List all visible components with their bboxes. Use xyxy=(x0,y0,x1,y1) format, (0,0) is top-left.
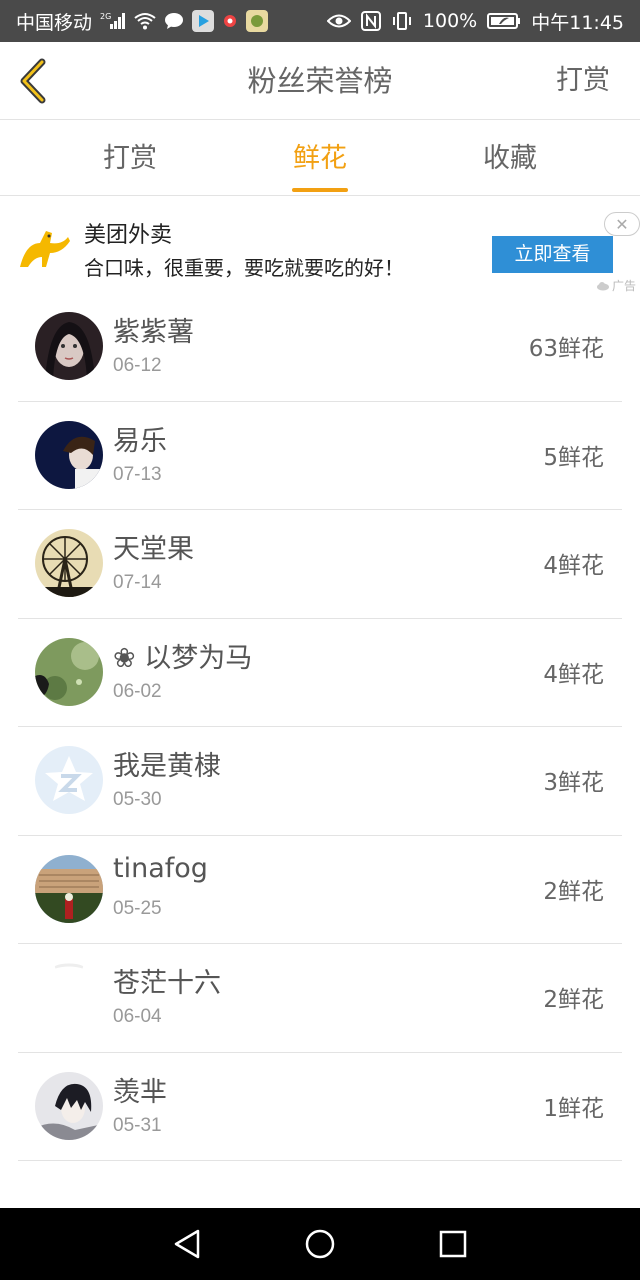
carrier-label: 中国移动 xyxy=(16,11,93,34)
tab-label: 收藏 xyxy=(483,143,537,174)
avatar xyxy=(35,529,103,597)
active-tab-indicator xyxy=(292,188,348,192)
status-right: 100% 中午11:45 xyxy=(326,8,624,35)
status-bar: 中国移动 2G 100% 中午11:45 xyxy=(0,0,640,42)
fan-name: ❀ 以梦为马 xyxy=(113,642,253,674)
list-item[interactable]: 苍茫十六 06-04 2鲜花 xyxy=(18,944,622,1053)
ad-banner[interactable]: 美团外卖 合口味，很重要，要吃就要吃的好！ 立即查看 广告 xyxy=(0,197,640,297)
list-item[interactable]: tinafog 05-25 2鲜花 xyxy=(18,836,622,944)
avatar xyxy=(35,1071,103,1140)
fan-name: 易乐 xyxy=(113,425,167,457)
flower-count: 4鲜花 xyxy=(543,553,604,579)
ad-view-button[interactable]: 立即查看 xyxy=(492,236,613,273)
status-left: 中国移动 2G xyxy=(16,8,327,35)
app-notification-icon xyxy=(222,13,238,29)
square-recents-icon xyxy=(440,1230,467,1258)
flower-count: 1鲜花 xyxy=(543,1095,604,1122)
video-app-icon xyxy=(192,10,215,32)
fan-name: tinafog xyxy=(113,852,208,884)
avatar xyxy=(35,746,103,814)
title-bar: 粉丝荣誉榜 打赏 xyxy=(0,42,640,120)
battery-percent: 100% xyxy=(422,10,478,32)
system-nav-bar xyxy=(0,1208,640,1280)
fan-name: 我是黄棣 xyxy=(113,751,221,782)
flower-count: 4鲜花 xyxy=(543,661,604,688)
tab-label: 鲜花 xyxy=(293,143,347,174)
svg-text:2G: 2G xyxy=(100,12,111,21)
tab-label: 打赏 xyxy=(103,143,157,174)
flower-count: 3鲜花 xyxy=(543,770,604,796)
tab-flowers[interactable]: 鲜花 xyxy=(260,121,380,196)
fan-date: 06-02 xyxy=(113,680,162,702)
fan-date: 07-14 xyxy=(113,572,162,593)
fan-date: 06-04 xyxy=(113,1006,162,1027)
vibrate-icon xyxy=(391,11,413,31)
fan-date: 05-25 xyxy=(113,897,162,919)
fans-list: 紫紫薯 06-12 63鲜花 易乐 07-13 5鲜花 天堂果 07-14 4鲜… xyxy=(0,293,640,1161)
ad-title: 美团外卖 xyxy=(84,223,173,248)
back-button[interactable] xyxy=(14,56,54,106)
meituan-kangaroo-logo xyxy=(16,223,72,275)
ad-description: 合口味，很重要，要吃就要吃的好！ xyxy=(84,256,404,280)
ad-label: 广告 xyxy=(596,277,636,294)
page-title: 粉丝荣誉榜 xyxy=(247,64,393,98)
fan-name: 苍茫十六 xyxy=(113,968,221,999)
circle-home-icon xyxy=(305,1229,335,1259)
fan-date: 05-31 xyxy=(113,1114,162,1136)
avatar xyxy=(35,854,103,923)
battery-icon xyxy=(487,12,521,30)
list-item[interactable]: 紫紫薯 06-12 63鲜花 xyxy=(18,293,622,402)
ad-close-button[interactable]: ✕ xyxy=(604,212,640,236)
list-item[interactable]: 天堂果 07-14 4鲜花 xyxy=(18,510,622,619)
avatar xyxy=(35,963,103,1031)
fan-date: 07-13 xyxy=(113,463,162,485)
avatar xyxy=(35,637,103,706)
cloud-icon xyxy=(596,281,609,290)
flower-count: 2鲜花 xyxy=(543,878,604,905)
fan-date: 05-30 xyxy=(113,789,162,810)
chevron-left-icon xyxy=(20,58,46,104)
list-item[interactable]: 我是黄棣 05-30 3鲜花 xyxy=(18,727,622,836)
nav-back-button[interactable] xyxy=(167,1224,207,1264)
nav-recents-button[interactable] xyxy=(433,1224,473,1264)
chat-bubble-icon xyxy=(164,12,184,30)
flower-count: 5鲜花 xyxy=(543,444,604,471)
avatar xyxy=(35,312,103,380)
nav-home-button[interactable] xyxy=(300,1224,340,1264)
fan-name: 羡芈 xyxy=(113,1076,167,1108)
game-app-icon xyxy=(246,10,269,32)
flower-count: 63鲜花 xyxy=(528,336,604,362)
clock: 中午11:45 xyxy=(531,11,624,34)
tab-reward[interactable]: 打赏 xyxy=(70,121,190,196)
signal-icon: 2G xyxy=(100,12,126,30)
ad-label-text: 广告 xyxy=(611,279,636,293)
nfc-icon xyxy=(360,11,381,31)
fan-name: 天堂果 xyxy=(113,534,194,565)
list-item[interactable]: ❀ 以梦为马 06-02 4鲜花 xyxy=(18,619,622,727)
tab-bar: 打赏 鲜花 收藏 xyxy=(0,121,640,196)
fan-name: 紫紫薯 xyxy=(113,317,194,348)
flower-count: 2鲜花 xyxy=(543,987,604,1013)
avatar xyxy=(35,420,103,489)
reward-button[interactable]: 打赏 xyxy=(556,42,610,120)
close-icon: ✕ xyxy=(615,214,629,234)
triangle-back-icon xyxy=(174,1229,199,1259)
list-item[interactable]: 易乐 07-13 5鲜花 xyxy=(18,402,622,510)
tab-favorites[interactable]: 收藏 xyxy=(450,121,570,196)
wifi-icon xyxy=(134,12,156,30)
fan-date: 06-12 xyxy=(113,355,162,376)
list-item[interactable]: 羡芈 05-31 1鲜花 xyxy=(18,1053,622,1161)
eye-icon xyxy=(326,13,351,29)
